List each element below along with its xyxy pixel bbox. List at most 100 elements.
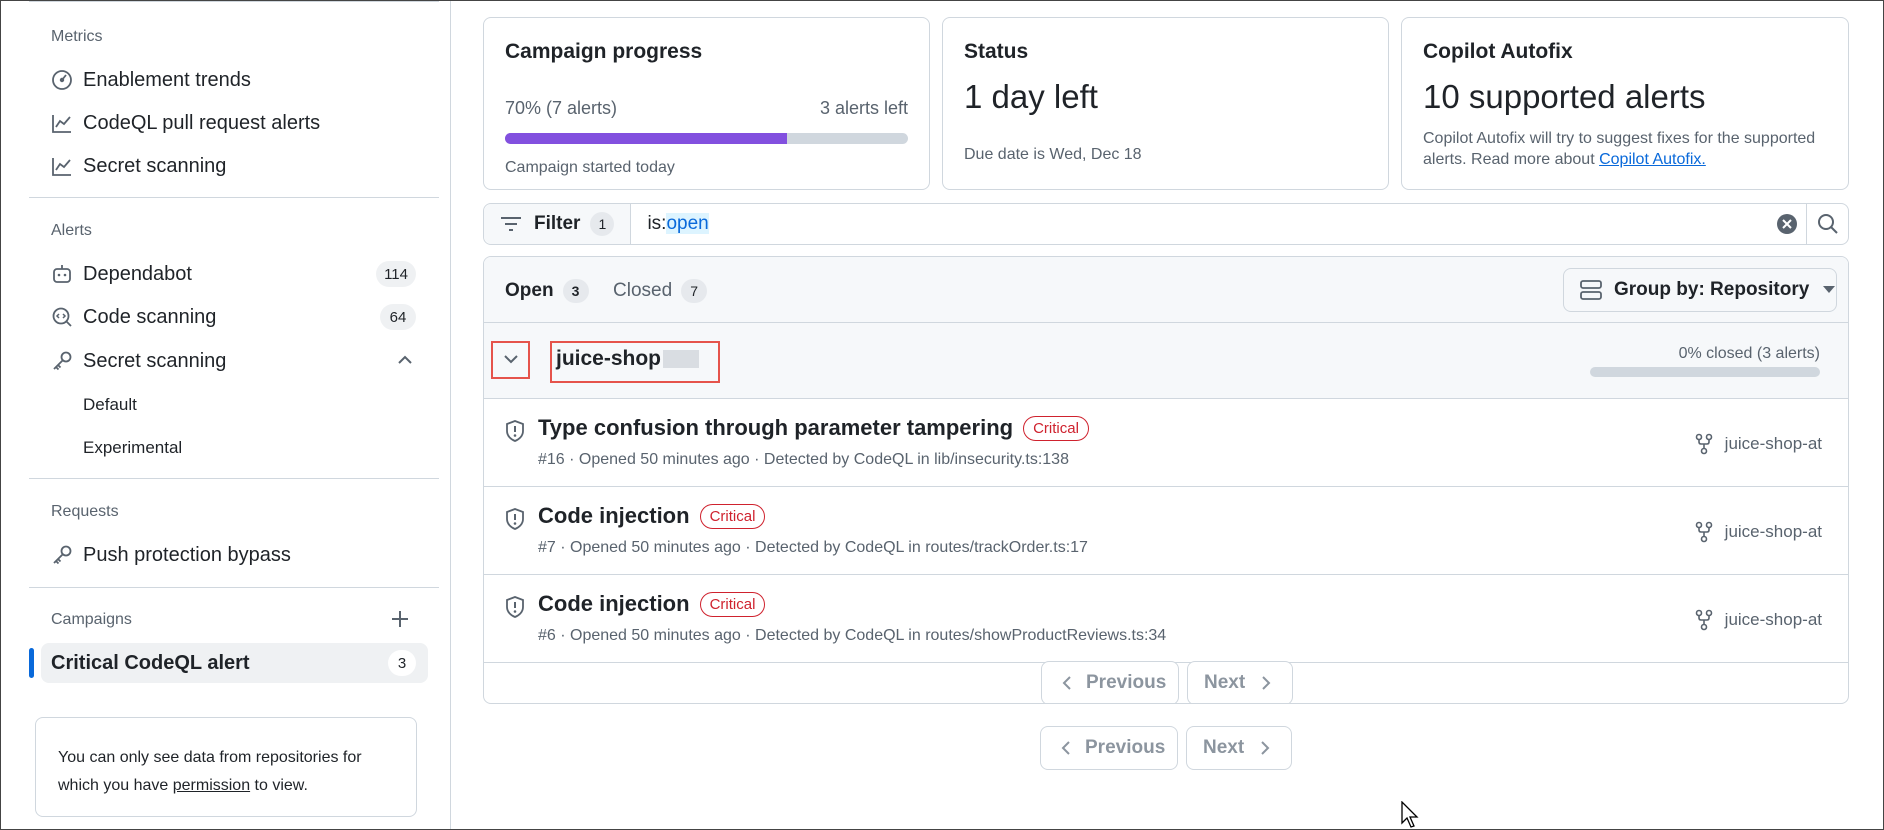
info-text-end: to view. [250,777,308,794]
alert-repo-name: juice-shop-at [1724,522,1822,541]
alert-meta: #6 · Opened 50 minutes ago · Detected by… [538,627,1167,644]
tab-open[interactable]: Open 3 [505,279,589,303]
alert-meta: #16 · Opened 50 minutes ago · Detected b… [538,451,1069,468]
alert-repo-name: juice-shop-at [1724,434,1822,453]
alerts-section-title: Alerts [51,222,92,239]
closed-percent: 0% closed (3 alerts) [1678,345,1820,362]
search-icon[interactable] [1806,204,1848,244]
copilot-autofix-link[interactable]: Copilot Autofix. [1599,151,1706,168]
group-by-button[interactable]: Group by: Repository [1563,268,1837,312]
shield-alert-icon [504,419,526,448]
progress-fill [505,133,788,144]
count-badge: 114 [376,261,416,287]
sidebar-subitem-experimental[interactable]: Experimental [83,438,182,458]
alert-title[interactable]: Code injection [538,591,690,617]
campaign-started: Campaign started today [505,159,675,176]
due-date: Due date is Wed, Dec 18 [964,146,1142,163]
sidebar-item-code-scanning[interactable]: Code scanning 64 [41,297,428,337]
card-title: Status [964,40,1029,63]
campaign-progress-bar [505,133,908,144]
active-indicator [29,648,34,678]
campaigns-section-title: Campaigns [51,611,132,628]
severity-badge: Critical [699,591,766,617]
repo-forked-icon [1695,521,1712,543]
sidebar-item-label: Dependabot [83,262,192,285]
caret-down-icon [1823,286,1836,294]
severity-badge: Critical [1023,415,1089,441]
query-key: is: [647,213,667,234]
filter-bar: Filter 1 is:open [483,203,1849,245]
next-button[interactable]: Next [1186,726,1292,770]
sidebar-subitem-default[interactable]: Default [83,395,137,415]
tab-count: 7 [681,279,708,303]
next-label: Next [1204,672,1246,693]
alert-repo[interactable]: juice-shop-at [1695,609,1822,631]
search-input[interactable]: is:open [647,213,709,235]
tab-label: Closed [613,280,673,301]
sidebar-divider [29,478,439,479]
sidebar-item-push-protection-bypass[interactable]: Push protection bypass [41,535,428,575]
sidebar-item-critical-codeql-alert[interactable]: Critical CodeQL alert 3 [41,643,428,683]
alert-repo-name: juice-shop-at [1724,610,1822,629]
count-badge: 64 [380,304,416,330]
filter-button[interactable]: Filter 1 [484,204,632,244]
chevron-down-icon[interactable] [502,352,520,371]
repo-forked-icon [1695,609,1712,631]
card-title: Copilot Autofix [1423,40,1573,63]
sidebar-item-secret-scanning-metrics[interactable]: Secret scanning [41,146,428,186]
next-button[interactable]: Next [1187,661,1293,703]
progress-percent: 70% (7 alerts) [505,98,618,118]
permission-link[interactable]: permission [173,777,250,794]
alert-row[interactable]: Code injection Critical #7 · Opened 50 mi… [484,487,1848,575]
filter-lines-icon [500,216,522,232]
sidebar-divider [29,197,439,198]
sidebar-top-divider [29,1,439,2]
repo-group-name[interactable]: juice-shop [556,347,700,371]
alerts-left: 3 alerts left [819,98,908,118]
sidebar-item-enablement-trends[interactable]: Enablement trends [41,60,428,100]
alert-row[interactable]: Type confusion through parameter tamperi… [484,399,1848,487]
copilot-autofix-card: Copilot Autofix 10 supported alerts Copi… [1401,17,1849,190]
tab-label: Open [505,280,554,301]
previous-button[interactable]: Previous [1041,661,1179,703]
sidebar-item-label: Code scanning [83,305,217,328]
alert-title[interactable]: Code injection [538,503,690,529]
add-campaign-plus-icon[interactable] [390,609,410,634]
supported-alerts: 10 supported alerts [1423,78,1706,115]
shield-alert-icon [504,595,526,624]
previous-button[interactable]: Previous [1040,726,1178,770]
alert-meta: #7 · Opened 50 minutes ago · Detected by… [538,539,1088,556]
alert-row[interactable]: Code injection Critical #6 · Opened 50 mi… [484,575,1848,663]
app-frame: Metrics Enablement trends CodeQL pull re… [0,0,1884,830]
sidebar-item-secret-scanning[interactable]: Secret scanning [41,341,428,381]
alert-repo[interactable]: juice-shop-at [1695,521,1822,543]
sidebar-item-codeql-pr-alerts[interactable]: CodeQL pull request alerts [41,103,428,143]
shield-alert-icon [504,507,526,536]
alert-repo[interactable]: juice-shop-at [1695,433,1822,455]
key-icon [50,543,74,567]
dependabot-icon [50,262,74,286]
sidebar-item-dependabot[interactable]: Dependabot 114 [41,254,428,294]
filter-count-badge: 1 [590,212,615,236]
chevron-up-icon[interactable] [396,351,414,374]
chevron-right-icon [1262,676,1271,690]
sidebar-item-label: Secret scanning [83,154,227,177]
sidebar-divider [29,587,439,588]
tab-count: 3 [562,279,589,303]
requests-section-title: Requests [51,503,119,520]
clear-search-icon[interactable] [1776,213,1798,240]
group-by-label: Group by: Repository [1614,279,1810,300]
outer-pagination: Previous Next [1040,726,1292,770]
closed-progress-bar [1590,367,1820,377]
permission-info-box: You can only see data from repositories … [35,717,417,817]
filter-label: Filter [534,213,581,234]
tab-closed[interactable]: Closed 7 [613,279,708,303]
codescan-icon [50,305,74,329]
mouse-cursor-icon [1401,800,1421,829]
previous-label: Previous [1086,672,1167,693]
alert-title[interactable]: Type confusion through parameter tamperi… [538,415,1013,441]
previous-label: Previous [1085,737,1166,758]
autofix-description: Copilot Autofix will try to suggest fixe… [1423,128,1833,170]
sidebar-item-label: Enablement trends [83,68,251,91]
metrics-section-title: Metrics [51,28,103,45]
